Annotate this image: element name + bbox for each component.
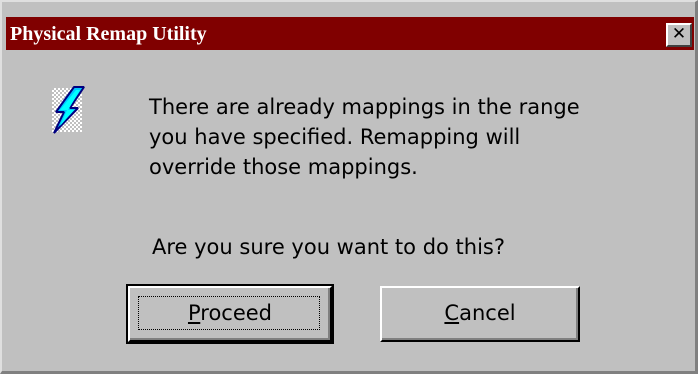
close-button[interactable]: ✕ <box>666 23 692 47</box>
warning-message: There are already mappings in the range … <box>149 95 580 179</box>
lightning-bolt-icon <box>52 86 85 134</box>
title-bar[interactable]: Physical Remap Utility ✕ <box>6 17 694 50</box>
cancel-label: ancel <box>459 301 516 325</box>
remap-dialog: Physical Remap Utility ✕ There are alrea… <box>0 0 698 374</box>
window-title: Physical Remap Utility <box>10 23 207 45</box>
close-icon: ✕ <box>671 24 687 44</box>
cancel-button[interactable]: Cancel <box>380 286 580 342</box>
cancel-mnemonic: C <box>444 301 460 325</box>
proceed-button[interactable]: Proceed <box>126 284 334 344</box>
confirmation-question: Are you sure you want to do this? <box>152 235 506 259</box>
focus-rectangle <box>138 296 320 330</box>
